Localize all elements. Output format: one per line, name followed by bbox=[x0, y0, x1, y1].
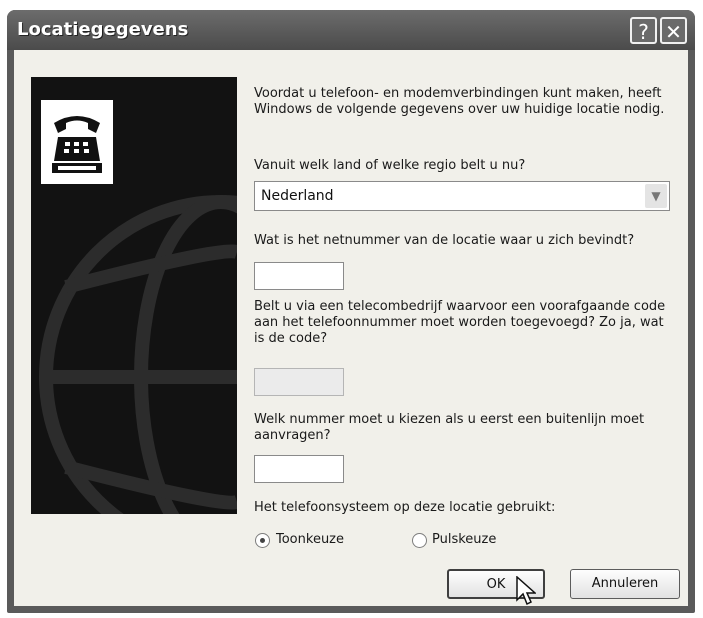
dialing-type-label: Het telefoonsysteem op deze locatie gebr… bbox=[254, 500, 556, 515]
country-label: Vanuit welk land of welke regio belt u n… bbox=[254, 158, 526, 173]
dialog-title: Locatiegegevens bbox=[17, 19, 189, 40]
carrier-code-label: Belt u via een telecombedrijf waarvoor e… bbox=[254, 299, 666, 346]
outside-line-label: Welk nummer moet u kiezen als u eerst ee… bbox=[254, 412, 645, 443]
country-select[interactable]: Nederland ▼ bbox=[254, 181, 670, 211]
area-code-label: Wat is het netnummer van de locatie waar… bbox=[254, 233, 635, 248]
area-code-input[interactable] bbox=[254, 262, 344, 290]
location-dialog: Locatiegegevens ? ✕ Voordat u telefoon- … bbox=[7, 10, 695, 613]
intro-text: Voordat u telefoon- en modemverbindingen… bbox=[254, 86, 665, 117]
outside-line-input[interactable] bbox=[254, 455, 344, 483]
close-button[interactable]: ✕ bbox=[660, 17, 687, 44]
dialog-body: Voordat u telefoon- en modemverbindingen… bbox=[14, 50, 688, 606]
pulse-dialing-radio[interactable] bbox=[412, 533, 427, 548]
help-button[interactable]: ? bbox=[630, 17, 657, 44]
carrier-code-input[interactable] bbox=[254, 368, 344, 396]
country-select-value: Nederland bbox=[261, 188, 334, 204]
mouse-pointer-icon bbox=[516, 576, 536, 606]
title-bar[interactable]: Locatiegegevens ? ✕ bbox=[7, 10, 695, 50]
radio-selected-dot bbox=[260, 538, 265, 543]
cancel-button[interactable]: Annuleren bbox=[570, 569, 680, 599]
tone-dialing-label[interactable]: Toonkeuze bbox=[276, 532, 344, 548]
pulse-dialing-label[interactable]: Pulskeuze bbox=[432, 532, 496, 548]
telephone-icon bbox=[41, 100, 113, 184]
side-graphic-panel bbox=[31, 77, 237, 514]
chevron-down-icon[interactable]: ▼ bbox=[645, 184, 667, 208]
tone-dialing-radio[interactable] bbox=[255, 533, 270, 548]
